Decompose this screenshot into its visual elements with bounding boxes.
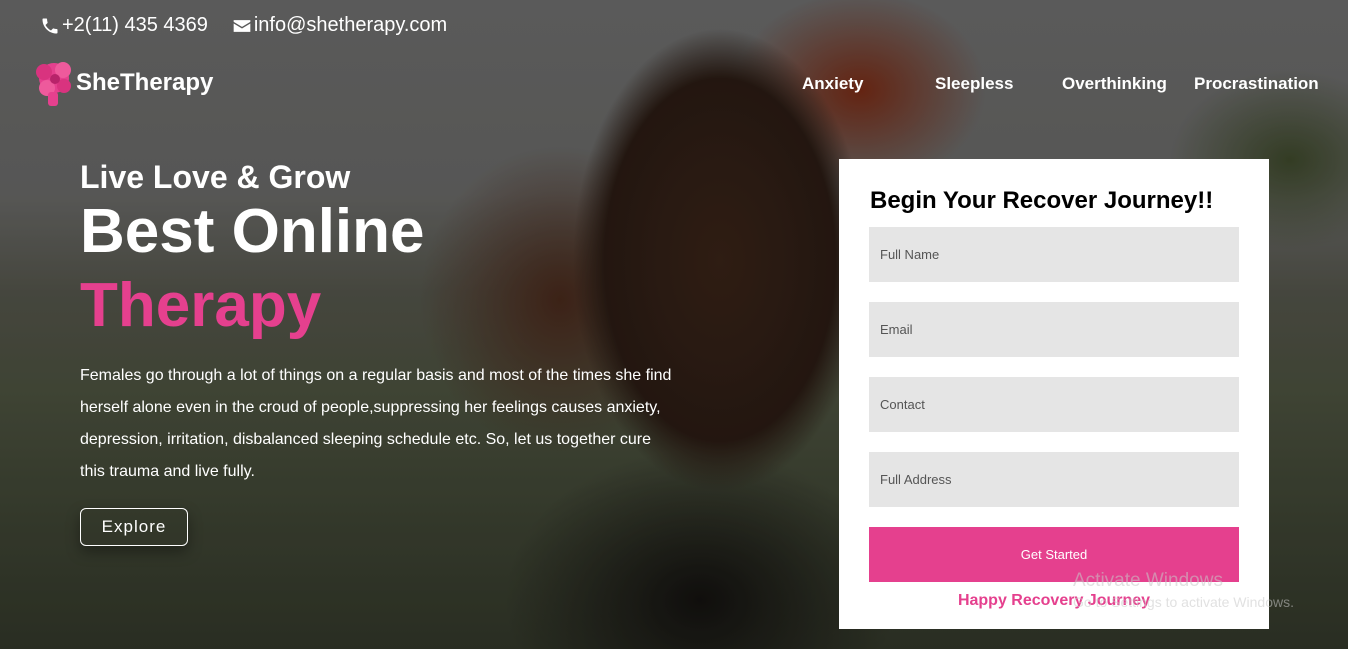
hero-text: Live Love & Grow Best Online Therapy Fem… — [80, 158, 700, 488]
hero-tagline: Live Love & Grow — [80, 159, 351, 195]
phone-contact[interactable]: +2(11) 435 4369 — [40, 14, 208, 37]
main-nav: Anxiety Sleepless Overthinking Procrasti… — [0, 74, 1348, 94]
contact-field[interactable] — [869, 377, 1239, 432]
full-name-field[interactable] — [869, 227, 1239, 282]
envelope-icon — [233, 19, 251, 32]
nav-item-anxiety[interactable]: Anxiety — [802, 74, 863, 94]
form-title: Begin Your Recover Journey!! — [870, 187, 1214, 214]
email-field[interactable] — [869, 302, 1239, 357]
full-address-field[interactable] — [869, 452, 1239, 507]
phone-number: +2(11) 435 4369 — [62, 14, 208, 36]
hero-description: Females go through a lot of things on a … — [80, 367, 672, 480]
nav-item-procrastination[interactable]: Procrastination — [1194, 74, 1319, 94]
nav-item-sleepless[interactable]: Sleepless — [935, 74, 1013, 94]
phone-icon — [42, 18, 58, 33]
explore-button[interactable]: Explore — [80, 508, 188, 546]
email-address: info@shetherapy.com — [253, 14, 448, 36]
hero-headline: Best Online — [80, 197, 425, 266]
nav-item-overthinking[interactable]: Overthinking — [1062, 74, 1167, 94]
email-contact[interactable]: info@shetherapy.com — [232, 14, 447, 37]
signup-form-card: Begin Your Recover Journey!! Get Started… — [839, 159, 1269, 629]
hero-headline-accent: Therapy — [80, 271, 322, 340]
watermark-title: Activate Windows — [1073, 570, 1223, 591]
windows-activation-watermark: Activate Windows Go to Settings to activ… — [1073, 570, 1294, 610]
contact-topbar: +2(11) 435 4369 info@shetherapy.com — [40, 14, 447, 37]
watermark-subtitle: Go to Settings to activate Windows. — [1073, 594, 1294, 610]
